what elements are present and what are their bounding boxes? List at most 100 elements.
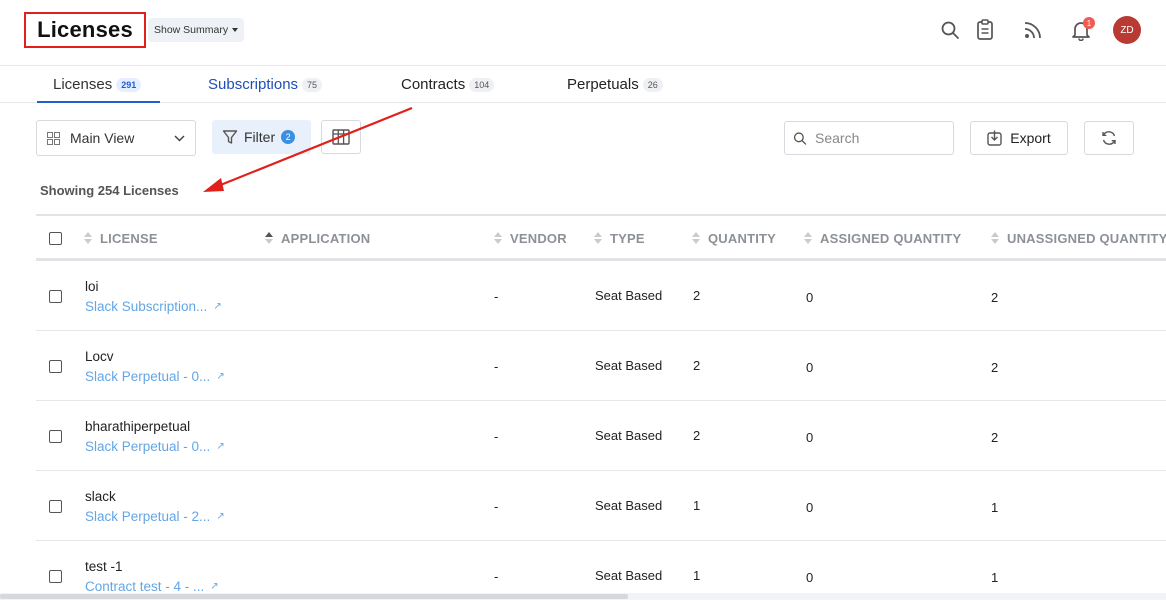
filter-count-badge: 2 [281, 130, 296, 144]
sort-icon [692, 232, 700, 244]
tab-count: 291 [116, 77, 142, 92]
unassigned-quantity-cell: 2 [991, 430, 999, 445]
tab-count: 104 [469, 77, 495, 92]
sort-icon [84, 232, 92, 244]
view-select[interactable]: Main View [36, 120, 196, 156]
tab-label: Perpetuals [567, 76, 639, 93]
quantity-cell: 2 [693, 288, 701, 303]
active-tab-indicator [37, 101, 160, 103]
quantity-cell: 2 [693, 358, 701, 373]
rss-feed-icon[interactable] [1021, 18, 1045, 42]
tab-count: 26 [642, 77, 663, 92]
quantity-cell: 2 [693, 428, 701, 443]
tab-contracts[interactable]: Contracts 104 [401, 66, 495, 103]
quantity-cell: 1 [693, 568, 701, 583]
license-link-text: Slack Perpetual - 0... [85, 439, 211, 454]
license-name[interactable]: test -1 [85, 559, 123, 574]
external-link-icon: ↗ [216, 371, 225, 382]
tab-perpetuals[interactable]: Perpetuals 26 [567, 66, 663, 103]
column-header-label: ASSIGNED QUANTITY [820, 230, 962, 246]
license-link-text: Slack Perpetual - 2... [85, 509, 211, 524]
columns-button[interactable] [321, 120, 361, 154]
columns-icon [332, 129, 350, 145]
column-header-label: TYPE [610, 230, 645, 246]
clipboard-icon[interactable] [973, 18, 997, 42]
show-summary-button[interactable]: Show Summary [148, 18, 245, 42]
export-icon [987, 130, 1002, 146]
column-header-license[interactable]: LICENSE [84, 216, 158, 260]
table-row[interactable]: slack Slack Perpetual - 2... ↗ - Seat Bas… [36, 471, 1166, 541]
tab-licenses[interactable]: Licenses 291 [53, 66, 142, 103]
tab-subscriptions[interactable]: Subscriptions 75 [208, 66, 323, 103]
external-link-icon: ↗ [213, 301, 222, 312]
search-input[interactable] [815, 130, 945, 146]
table-header: LICENSE APPLICATION VENDOR TYPE QUANTITY… [36, 214, 1166, 261]
showing-count-text: Showing 254 Licenses [40, 183, 179, 198]
assigned-quantity-cell: 0 [806, 290, 814, 305]
type-cell: Seat Based [595, 568, 663, 583]
license-link[interactable]: Slack Perpetual - 0... ↗ [85, 369, 225, 384]
license-link-text: Slack Subscription... [85, 299, 208, 314]
row-checkbox[interactable] [49, 570, 62, 583]
show-summary-label: Show Summary [154, 24, 229, 36]
column-header-label: LICENSE [100, 230, 158, 246]
assigned-quantity-cell: 0 [806, 430, 814, 445]
notification-badge: 1 [1083, 17, 1095, 29]
row-checkbox[interactable] [49, 430, 62, 443]
filter-icon [222, 130, 238, 144]
sort-icon [991, 232, 999, 244]
type-cell: Seat Based [595, 428, 663, 443]
unassigned-quantity-cell: 2 [991, 290, 999, 305]
column-header-assigned-quantity[interactable]: ASSIGNED QUANTITY [804, 216, 961, 260]
export-button[interactable]: Export [970, 121, 1068, 155]
vendor-cell: - [494, 359, 499, 374]
license-link[interactable]: Contract test - 4 - ... ↗ [85, 579, 219, 594]
tab-label: Contracts [401, 76, 466, 93]
table-row[interactable]: loi Slack Subscription... ↗ - Seat Based … [36, 261, 1166, 331]
vendor-cell: - [494, 569, 499, 584]
external-link-icon: ↗ [216, 441, 225, 452]
license-name[interactable]: slack [85, 489, 116, 504]
caret-down-icon [232, 28, 239, 32]
table-row[interactable]: Locv Slack Perpetual - 0... ↗ - Seat Base… [36, 331, 1166, 401]
row-checkbox[interactable] [49, 290, 62, 303]
license-link-text: Contract test - 4 - ... [85, 579, 205, 594]
row-checkbox[interactable] [49, 360, 62, 373]
grid-icon [47, 131, 60, 145]
column-header-type[interactable]: TYPE [594, 216, 645, 260]
tab-label: Subscriptions [208, 76, 299, 93]
refresh-icon [1102, 131, 1116, 145]
page-header: Licenses Show Summary 1 ZD [0, 0, 1166, 66]
license-name[interactable]: bharathiperpetual [85, 419, 190, 434]
tab-count: 75 [302, 77, 323, 92]
license-name[interactable]: loi [85, 279, 99, 294]
select-all-checkbox[interactable] [49, 232, 62, 245]
export-label: Export [1010, 130, 1051, 146]
filter-button[interactable]: Filter 2 [212, 120, 311, 154]
search-icon[interactable] [938, 18, 962, 42]
horizontal-scrollbar[interactable] [0, 593, 1166, 600]
column-header-vendor[interactable]: VENDOR [494, 216, 567, 260]
refresh-button[interactable] [1084, 121, 1134, 155]
search-icon [793, 131, 807, 145]
row-checkbox[interactable] [49, 500, 62, 513]
external-link-icon: ↗ [210, 581, 219, 592]
license-link[interactable]: Slack Subscription... ↗ [85, 299, 222, 314]
column-header-unassigned-quantity[interactable]: UNASSIGNED QUANTITY [991, 216, 1166, 260]
license-link[interactable]: Slack Perpetual - 2... ↗ [85, 509, 225, 524]
sort-icon [265, 232, 273, 244]
sort-icon [594, 232, 602, 244]
search-box[interactable] [784, 121, 954, 155]
column-header-label: APPLICATION [281, 230, 371, 246]
assigned-quantity-cell: 0 [806, 500, 814, 515]
license-link[interactable]: Slack Perpetual - 0... ↗ [85, 439, 225, 454]
column-header-quantity[interactable]: QUANTITY [692, 216, 776, 260]
license-name[interactable]: Locv [85, 349, 114, 364]
scrollbar-thumb[interactable] [0, 594, 628, 599]
avatar[interactable]: ZD [1113, 16, 1141, 44]
vendor-cell: - [494, 429, 499, 444]
column-header-application[interactable]: APPLICATION [265, 216, 370, 260]
table-row[interactable]: bharathiperpetual Slack Perpetual - 0...… [36, 401, 1166, 471]
type-cell: Seat Based [595, 358, 663, 373]
table-row[interactable]: test -1 Contract test - 4 - ... ↗ - Seat … [36, 541, 1166, 600]
